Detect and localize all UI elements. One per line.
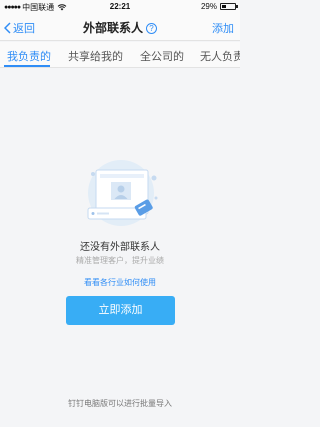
status-bar: ●●●●● 中国联通 22:21 29%: [0, 0, 240, 13]
tab-unassigned[interactable]: 无人负责: [200, 48, 240, 64]
bulk-import-note: 钉钉电脑版可以进行批量导入: [68, 399, 172, 408]
navigation-bar: 返回 外部联系人? 添加: [0, 13, 240, 41]
battery-icon: [220, 3, 238, 10]
help-icon[interactable]: ?: [146, 23, 157, 34]
empty-state-title: 还没有外部联系人: [80, 242, 160, 253]
tab-mine[interactable]: 我负责的: [7, 48, 51, 64]
empty-state-subtitle: 精准管理客户，提升业绩: [76, 256, 164, 265]
page-title-text: 外部联系人: [82, 21, 143, 35]
add-now-button[interactable]: 立即添加: [66, 296, 175, 325]
tab-company[interactable]: 全公司的: [140, 48, 184, 64]
tab-bar: 我负责的 共享给我的 全公司的 无人负责: [0, 42, 240, 68]
battery-percent: 29%: [200, 2, 217, 11]
empty-contacts-illustration: [87, 160, 158, 226]
add-button[interactable]: 添加: [212, 20, 234, 36]
industry-guide-link[interactable]: 看看各行业如何使用: [0, 277, 240, 288]
page-title: 外部联系人?: [0, 19, 240, 36]
tab-shared-with-me[interactable]: 共享给我的: [68, 48, 123, 64]
active-tab-indicator: [4, 65, 50, 67]
